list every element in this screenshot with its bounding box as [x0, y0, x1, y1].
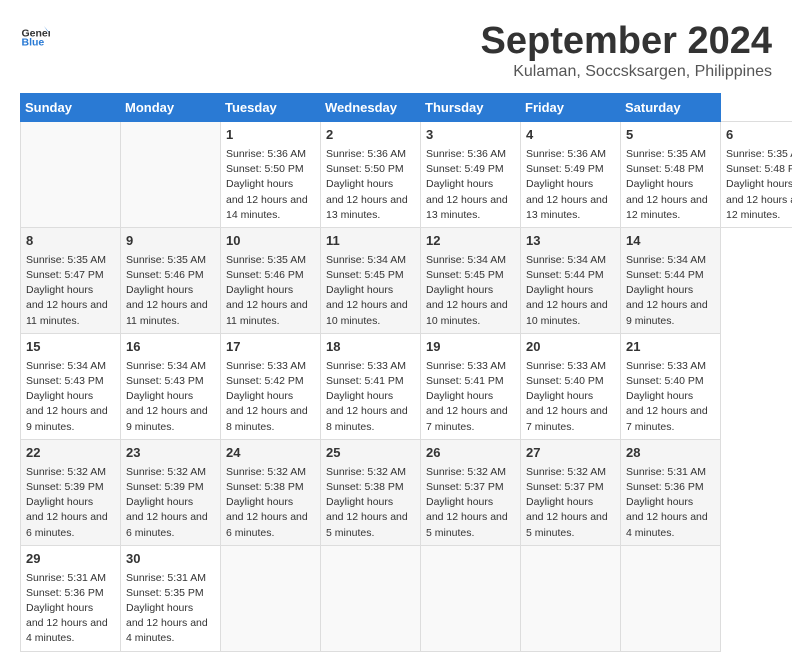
- empty-day-cell: [421, 545, 521, 651]
- day-cell: 19Sunrise: 5:33 AMSunset: 5:41 PMDayligh…: [421, 333, 521, 439]
- day-cell: 25Sunrise: 5:32 AMSunset: 5:38 PMDayligh…: [321, 439, 421, 545]
- day-cell: 4Sunrise: 5:36 AMSunset: 5:49 PMDaylight…: [521, 122, 621, 228]
- day-cell: 1Sunrise: 5:36 AMSunset: 5:50 PMDaylight…: [221, 122, 321, 228]
- day-number: 12: [426, 232, 515, 251]
- day-cell: 18Sunrise: 5:33 AMSunset: 5:41 PMDayligh…: [321, 333, 421, 439]
- logo: General Blue: [20, 20, 50, 50]
- day-cell: 11Sunrise: 5:34 AMSunset: 5:45 PMDayligh…: [321, 227, 421, 333]
- location-title: Kulaman, Soccsksargen, Philippines: [481, 63, 773, 81]
- day-cell: 9Sunrise: 5:35 AMSunset: 5:46 PMDaylight…: [121, 227, 221, 333]
- day-number: 25: [326, 444, 415, 463]
- day-cell: 24Sunrise: 5:32 AMSunset: 5:38 PMDayligh…: [221, 439, 321, 545]
- day-number: 26: [426, 444, 515, 463]
- day-number: 17: [226, 338, 315, 357]
- weekday-header: Friday: [521, 94, 621, 122]
- month-title: September 2024: [481, 20, 773, 63]
- day-number: 18: [326, 338, 415, 357]
- day-cell: 3Sunrise: 5:36 AMSunset: 5:49 PMDaylight…: [421, 122, 521, 228]
- day-cell: 8Sunrise: 5:35 AMSunset: 5:47 PMDaylight…: [21, 227, 121, 333]
- calendar-table: SundayMondayTuesdayWednesdayThursdayFrid…: [20, 93, 792, 652]
- day-number: 2: [326, 126, 415, 145]
- day-number: 10: [226, 232, 315, 251]
- day-cell: 26Sunrise: 5:32 AMSunset: 5:37 PMDayligh…: [421, 439, 521, 545]
- day-number: 14: [626, 232, 715, 251]
- day-number: 8: [26, 232, 115, 251]
- day-number: 21: [626, 338, 715, 357]
- day-number: 22: [26, 444, 115, 463]
- day-number: 28: [626, 444, 715, 463]
- empty-day-cell: [321, 545, 421, 651]
- day-cell: 14Sunrise: 5:34 AMSunset: 5:44 PMDayligh…: [621, 227, 721, 333]
- weekday-header: Saturday: [621, 94, 721, 122]
- day-cell: 5Sunrise: 5:35 AMSunset: 5:48 PMDaylight…: [621, 122, 721, 228]
- weekday-header: Sunday: [21, 94, 121, 122]
- day-number: 4: [526, 126, 615, 145]
- day-number: 15: [26, 338, 115, 357]
- day-cell: 28Sunrise: 5:31 AMSunset: 5:36 PMDayligh…: [621, 439, 721, 545]
- weekday-header: Wednesday: [321, 94, 421, 122]
- calendar-week-row: 29Sunrise: 5:31 AMSunset: 5:36 PMDayligh…: [21, 545, 792, 651]
- day-cell: 21Sunrise: 5:33 AMSunset: 5:40 PMDayligh…: [621, 333, 721, 439]
- svg-text:Blue: Blue: [22, 37, 45, 49]
- day-cell: 22Sunrise: 5:32 AMSunset: 5:39 PMDayligh…: [21, 439, 121, 545]
- day-cell: 29Sunrise: 5:31 AMSunset: 5:36 PMDayligh…: [21, 545, 121, 651]
- day-number: 11: [326, 232, 415, 251]
- empty-day-cell: [221, 545, 321, 651]
- day-number: 23: [126, 444, 215, 463]
- day-number: 19: [426, 338, 515, 357]
- day-number: 20: [526, 338, 615, 357]
- day-number: 5: [626, 126, 715, 145]
- empty-day-cell: [521, 545, 621, 651]
- day-number: 29: [26, 550, 115, 569]
- calendar-week-row: 8Sunrise: 5:35 AMSunset: 5:47 PMDaylight…: [21, 227, 792, 333]
- day-cell: 23Sunrise: 5:32 AMSunset: 5:39 PMDayligh…: [121, 439, 221, 545]
- day-cell: 2Sunrise: 5:36 AMSunset: 5:50 PMDaylight…: [321, 122, 421, 228]
- day-cell: 10Sunrise: 5:35 AMSunset: 5:46 PMDayligh…: [221, 227, 321, 333]
- day-number: 9: [126, 232, 215, 251]
- day-number: 24: [226, 444, 315, 463]
- empty-day-cell: [121, 122, 221, 228]
- page-header: General Blue September 2024 Kulaman, Soc…: [20, 20, 772, 81]
- logo-icon: General Blue: [20, 20, 50, 50]
- day-cell: 15Sunrise: 5:34 AMSunset: 5:43 PMDayligh…: [21, 333, 121, 439]
- calendar-header-row: SundayMondayTuesdayWednesdayThursdayFrid…: [21, 94, 792, 122]
- calendar-week-row: 15Sunrise: 5:34 AMSunset: 5:43 PMDayligh…: [21, 333, 792, 439]
- day-number: 1: [226, 126, 315, 145]
- day-number: 3: [426, 126, 515, 145]
- day-number: 13: [526, 232, 615, 251]
- day-cell: 6Sunrise: 5:35 AMSunset: 5:48 PMDaylight…: [721, 122, 792, 228]
- empty-day-cell: [21, 122, 121, 228]
- day-number: 16: [126, 338, 215, 357]
- day-cell: 30Sunrise: 5:31 AMSunset: 5:35 PMDayligh…: [121, 545, 221, 651]
- day-cell: 20Sunrise: 5:33 AMSunset: 5:40 PMDayligh…: [521, 333, 621, 439]
- day-cell: 16Sunrise: 5:34 AMSunset: 5:43 PMDayligh…: [121, 333, 221, 439]
- weekday-header: Thursday: [421, 94, 521, 122]
- day-number: 6: [726, 126, 792, 145]
- day-cell: 12Sunrise: 5:34 AMSunset: 5:45 PMDayligh…: [421, 227, 521, 333]
- weekday-header: Monday: [121, 94, 221, 122]
- day-cell: 27Sunrise: 5:32 AMSunset: 5:37 PMDayligh…: [521, 439, 621, 545]
- title-block: September 2024 Kulaman, Soccsksargen, Ph…: [481, 20, 773, 81]
- day-number: 30: [126, 550, 215, 569]
- day-cell: 17Sunrise: 5:33 AMSunset: 5:42 PMDayligh…: [221, 333, 321, 439]
- day-cell: 13Sunrise: 5:34 AMSunset: 5:44 PMDayligh…: [521, 227, 621, 333]
- weekday-header: Tuesday: [221, 94, 321, 122]
- calendar-week-row: 22Sunrise: 5:32 AMSunset: 5:39 PMDayligh…: [21, 439, 792, 545]
- empty-day-cell: [621, 545, 721, 651]
- day-number: 27: [526, 444, 615, 463]
- calendar-week-row: 1Sunrise: 5:36 AMSunset: 5:50 PMDaylight…: [21, 122, 792, 228]
